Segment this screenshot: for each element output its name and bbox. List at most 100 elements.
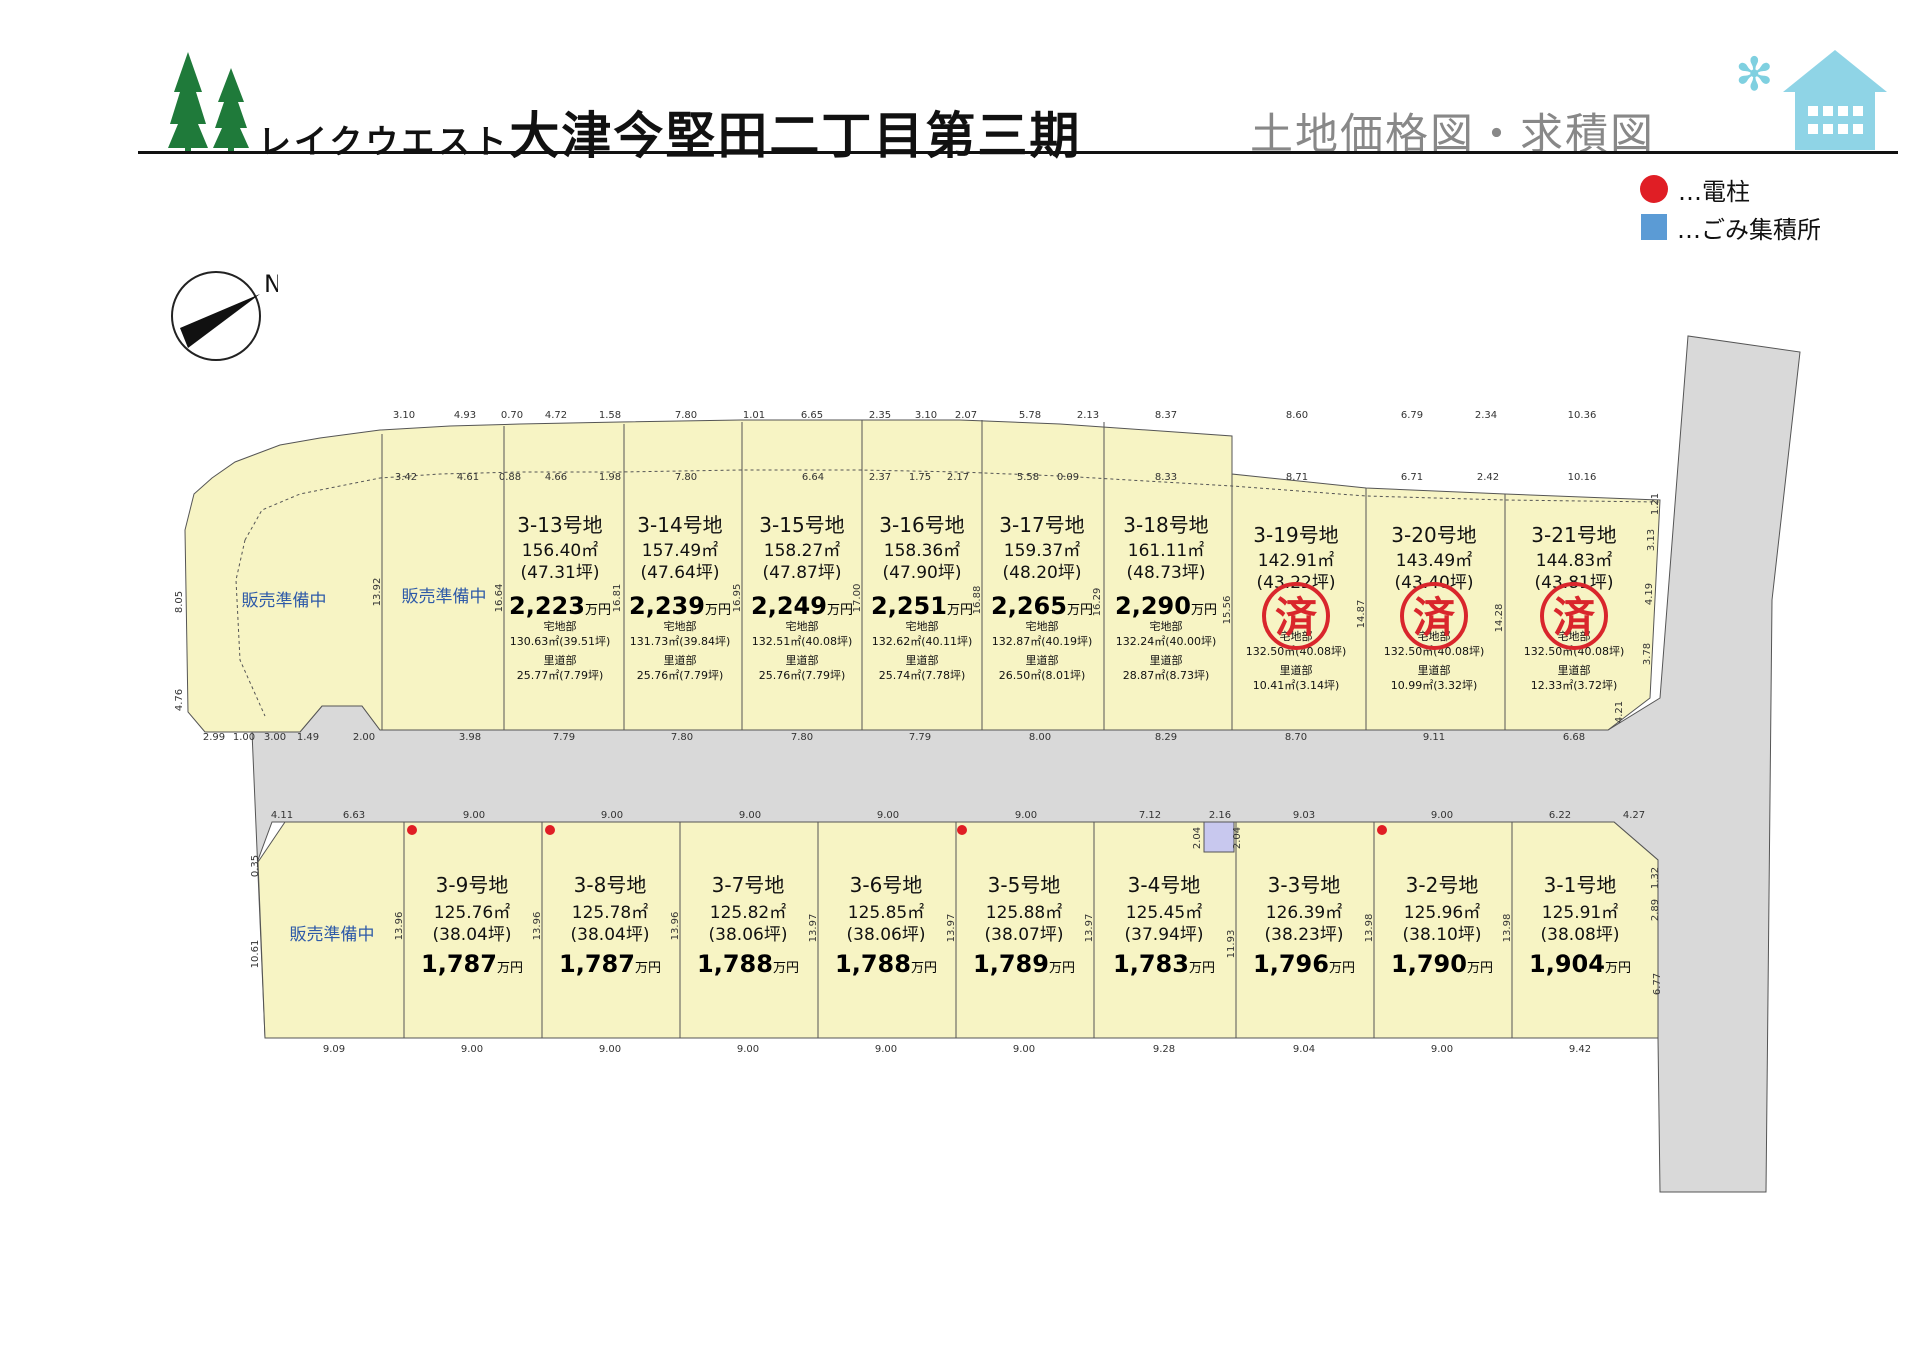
dimension-bottom: 9.00: [1013, 1044, 1035, 1055]
dimension-inner: 10.16: [1568, 472, 1597, 483]
lot-tsubo: (38.23坪): [1265, 925, 1344, 945]
dimension-side: 4.19: [1644, 583, 1655, 605]
price-unit: 万円: [1467, 961, 1493, 976]
road-part-area: 28.87㎡(8.73坪): [1123, 669, 1210, 682]
house-part-area: 132.24㎡(40.00坪): [1116, 635, 1217, 648]
lot-3-8号地: 3-8号地 125.78㎡(38.04坪) 1,787万円: [559, 873, 661, 978]
dimension-side: 4.21: [1614, 701, 1625, 723]
price-unit: 万円: [585, 603, 611, 618]
dimension-bottom: 1.49: [297, 732, 319, 743]
lot-number: 3-14号地: [637, 513, 722, 537]
road-part-label: 里道部: [1280, 663, 1313, 677]
lot-3-7号地: 3-7号地 125.82㎡(38.06坪) 1,788万円: [697, 873, 799, 978]
dimension-bottom: 9.00: [737, 1044, 759, 1055]
dimension-side: 14.87: [1356, 600, 1367, 629]
price-value: 2,239: [629, 592, 705, 620]
lot-area: 125.91㎡: [1542, 903, 1618, 923]
dimension-bottom: 3.00: [264, 732, 286, 743]
house-part-label: 宅地部: [786, 619, 819, 633]
lot-area: 142.91㎡: [1258, 551, 1334, 571]
dimension-bottom: 8.29: [1155, 732, 1177, 743]
dimension-top: 3.10: [393, 410, 415, 421]
dimension-inner: 4.61: [457, 472, 479, 483]
dimension-bottom: 2.00: [353, 732, 375, 743]
price-unit: 万円: [1189, 961, 1215, 976]
road-part-label: 里道部: [1150, 653, 1183, 667]
lot-area: 125.85㎡: [848, 903, 924, 923]
lot-number: 3-7号地: [712, 873, 785, 897]
utility-pole-icon: [407, 825, 417, 835]
dimension-side: 17.00: [852, 584, 863, 613]
dimension-top: 9.00: [739, 810, 761, 821]
dimension-side: 1.21: [1650, 493, 1661, 515]
dimension-bottom: 8.00: [1029, 732, 1051, 743]
house-part-area: 131.73㎡(39.84坪): [630, 635, 731, 648]
road-part-label: 里道部: [906, 653, 939, 667]
road-part-area: 25.76㎡(7.79坪): [637, 669, 724, 682]
dimension-side: 0.35: [250, 855, 261, 877]
dimension-side: 13.98: [1364, 914, 1375, 943]
dimension-bottom: 9.00: [461, 1044, 483, 1055]
utility-pole-icon: [957, 825, 967, 835]
preparing-label-south: 販売準備中: [290, 925, 375, 945]
price-value: 2,251: [871, 592, 947, 620]
road-part-area: 12.33㎡(3.72坪): [1531, 679, 1618, 692]
house-part-label: 宅地部: [544, 619, 577, 633]
dimension-top: 5.78: [1019, 410, 1041, 421]
dimension-bottom: 6.68: [1563, 732, 1585, 743]
dimension-top: 6.65: [801, 410, 823, 421]
dimension-bottom: 1.00: [233, 732, 255, 743]
dimension-inner: 2.37: [869, 472, 891, 483]
road-part-label: 里道部: [544, 653, 577, 667]
dimension-side: 14.28: [1494, 604, 1505, 633]
dimension-side: 2.04: [1192, 827, 1203, 849]
price-value: 1,787: [421, 950, 497, 978]
road-part-label: 里道部: [1026, 653, 1059, 667]
lot-3-2号地: 3-2号地 125.96㎡(38.10坪) 1,790万円: [1391, 873, 1493, 978]
dimension-top: 8.60: [1286, 410, 1308, 421]
dimension-bottom: 9.00: [1431, 1044, 1453, 1055]
price-unit: 万円: [1067, 603, 1093, 618]
dimension-inner: 2.42: [1477, 472, 1499, 483]
lot-number: 3-6号地: [850, 873, 923, 897]
dimension-inner: 0.88: [499, 472, 521, 483]
price-value: 2,290: [1115, 592, 1191, 620]
lot-tsubo: (38.10坪): [1403, 925, 1482, 945]
lot-number: 3-17号地: [999, 513, 1084, 537]
dimension-side: 13.97: [946, 914, 957, 943]
dimension-bottom: 9.11: [1423, 732, 1445, 743]
lot-tsubo: (38.08坪): [1541, 925, 1620, 945]
dimension-side: 8.05: [174, 591, 185, 613]
dimension-top: 2.34: [1475, 410, 1497, 421]
price-unit: 万円: [773, 961, 799, 976]
lot-tsubo: (47.87坪): [763, 563, 842, 583]
price-unit: 万円: [1329, 961, 1355, 976]
dimension-bottom: 9.09: [323, 1044, 345, 1055]
dimension-top: 6.22: [1549, 810, 1571, 821]
price-value: 1,789: [973, 950, 1049, 978]
lot-number: 3-2号地: [1406, 873, 1479, 897]
lot-tsubo: (38.04坪): [433, 925, 512, 945]
lot-area: 159.37㎡: [1004, 541, 1080, 561]
dimension-top: 4.11: [271, 810, 293, 821]
price-value: 1,904: [1529, 950, 1605, 978]
lot-number: 3-9号地: [436, 873, 509, 897]
lot-area: 125.78㎡: [572, 903, 648, 923]
price-value: 2,249: [751, 592, 827, 620]
dimension-side: 10.61: [250, 940, 261, 969]
dimension-bottom: 7.79: [909, 732, 931, 743]
dimension-side: 6.77: [1652, 973, 1663, 995]
dimension-inner: 6.71: [1401, 472, 1423, 483]
price-value: 2,265: [991, 592, 1067, 620]
dimension-top: 0.70: [501, 410, 523, 421]
preparing-label-west: 販売準備中: [242, 591, 327, 611]
dimension-side: 13.97: [808, 914, 819, 943]
lot-tsubo: (47.64坪): [641, 563, 720, 583]
lot-number: 3-19号地: [1253, 523, 1338, 547]
dimension-inner: 5.58: [1017, 472, 1039, 483]
preparing-label-mid: 販売準備中: [402, 587, 487, 607]
lot-area: 158.27㎡: [764, 541, 840, 561]
dimension-side: 13.96: [394, 912, 405, 941]
lot-3-9号地: 3-9号地 125.76㎡(38.04坪) 1,787万円: [421, 873, 523, 978]
road-part-area: 10.99㎡(3.32坪): [1391, 679, 1478, 692]
